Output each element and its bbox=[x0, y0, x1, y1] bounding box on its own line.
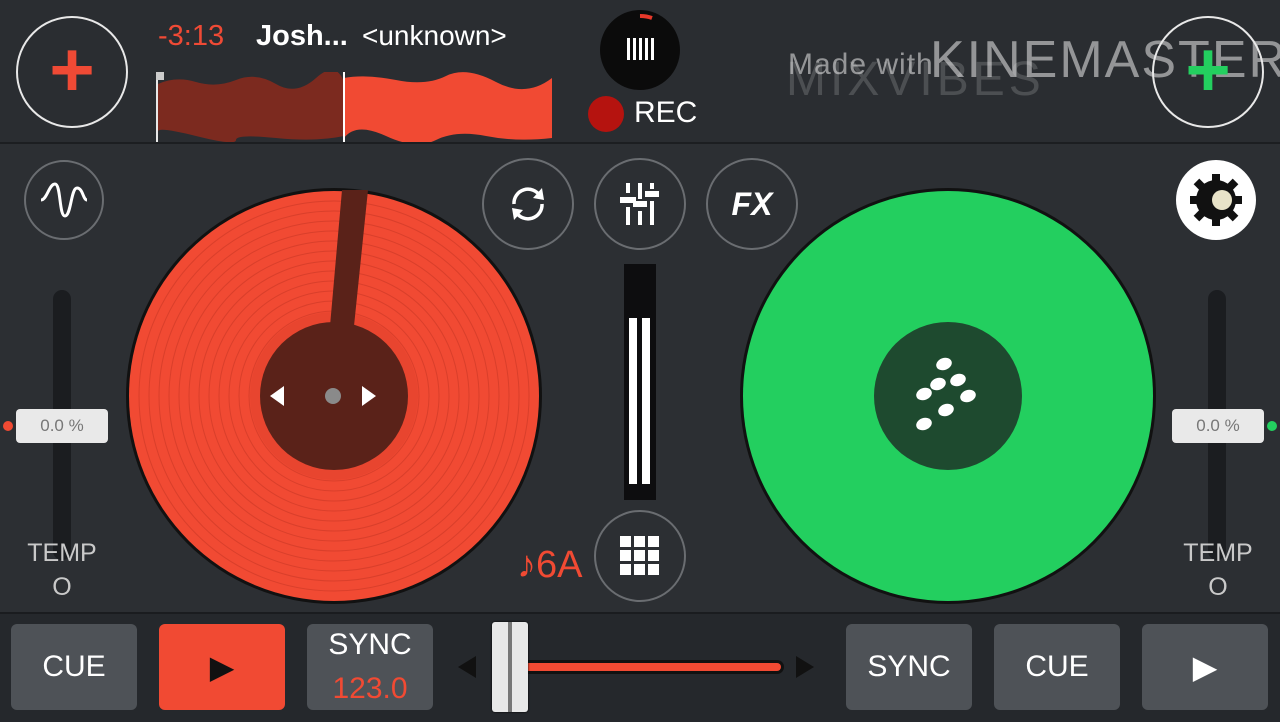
crossfader-handle-line bbox=[508, 622, 513, 712]
settings-button[interactable] bbox=[1176, 160, 1256, 240]
right-play-button[interactable]: ▶ bbox=[1142, 624, 1268, 710]
crossfader-left-arrow bbox=[458, 656, 476, 678]
watermark-made-with: Made with bbox=[788, 48, 934, 81]
right-tempo-value[interactable]: 0.0 % bbox=[1172, 409, 1264, 443]
gear-icon bbox=[1190, 174, 1242, 226]
mixer-icon bbox=[620, 183, 659, 225]
crossfader-handle[interactable] bbox=[492, 622, 529, 712]
track-title: <unknown> bbox=[362, 20, 507, 51]
left-turntable[interactable] bbox=[124, 186, 544, 606]
right-sync-button[interactable]: SYNC bbox=[846, 624, 972, 710]
right-tempo-sub: O bbox=[1208, 573, 1228, 601]
right-cue-label: CUE bbox=[1025, 650, 1089, 683]
plus-icon: + bbox=[1185, 25, 1231, 113]
waveform-toggle-button[interactable] bbox=[24, 160, 104, 240]
time-remaining: -3:13 bbox=[158, 20, 225, 52]
loop-button[interactable] bbox=[482, 158, 574, 250]
left-tempo-marker bbox=[3, 421, 13, 431]
crossfader-fill bbox=[499, 663, 781, 671]
play-icon: ▶ bbox=[1192, 649, 1218, 685]
play-icon: ▶ bbox=[209, 649, 235, 685]
left-tempo-value[interactable]: 0.0 % bbox=[16, 409, 108, 443]
rec-icon bbox=[627, 14, 654, 60]
left-tempo-sub: O bbox=[52, 573, 72, 601]
loop-icon bbox=[512, 187, 544, 221]
track-artist: Josh... bbox=[256, 20, 348, 52]
left-cue-button[interactable]: CUE bbox=[11, 624, 137, 710]
left-play-button[interactable]: ▶ bbox=[159, 624, 285, 710]
waveform-icon bbox=[40, 182, 88, 218]
track-waveform[interactable] bbox=[156, 72, 552, 142]
crossfader-track[interactable] bbox=[496, 660, 784, 674]
right-sync-label: SYNC bbox=[867, 650, 951, 683]
volume-meter bbox=[624, 264, 656, 500]
record-button[interactable] bbox=[600, 10, 680, 90]
rec-indicator bbox=[588, 96, 624, 132]
left-sync-label: SYNC bbox=[328, 628, 412, 661]
right-tempo-label: TEMP bbox=[1183, 539, 1253, 567]
plus-icon: + bbox=[49, 25, 95, 113]
left-cue-label: CUE bbox=[42, 650, 106, 683]
right-tempo-marker bbox=[1267, 421, 1277, 431]
volume-meter-left bbox=[629, 318, 637, 484]
left-key-label: ♪6A bbox=[517, 544, 583, 586]
left-tempo-label: TEMP bbox=[27, 539, 97, 567]
right-turntable[interactable] bbox=[738, 186, 1158, 606]
volume-meter-right bbox=[642, 318, 650, 484]
mixer-button[interactable] bbox=[594, 158, 686, 250]
grid-icon bbox=[620, 536, 659, 575]
sampler-grid-button[interactable] bbox=[594, 510, 686, 602]
rec-label: REC bbox=[634, 96, 698, 129]
left-sync-button[interactable]: SYNC 123.0 bbox=[307, 624, 433, 710]
left-bpm-value: 123.0 bbox=[332, 672, 408, 705]
left-add-track-button[interactable]: + bbox=[16, 16, 128, 128]
right-add-track-button[interactable]: + bbox=[1152, 16, 1264, 128]
right-cue-button[interactable]: CUE bbox=[994, 624, 1120, 710]
crossfader-right-arrow bbox=[796, 656, 814, 678]
